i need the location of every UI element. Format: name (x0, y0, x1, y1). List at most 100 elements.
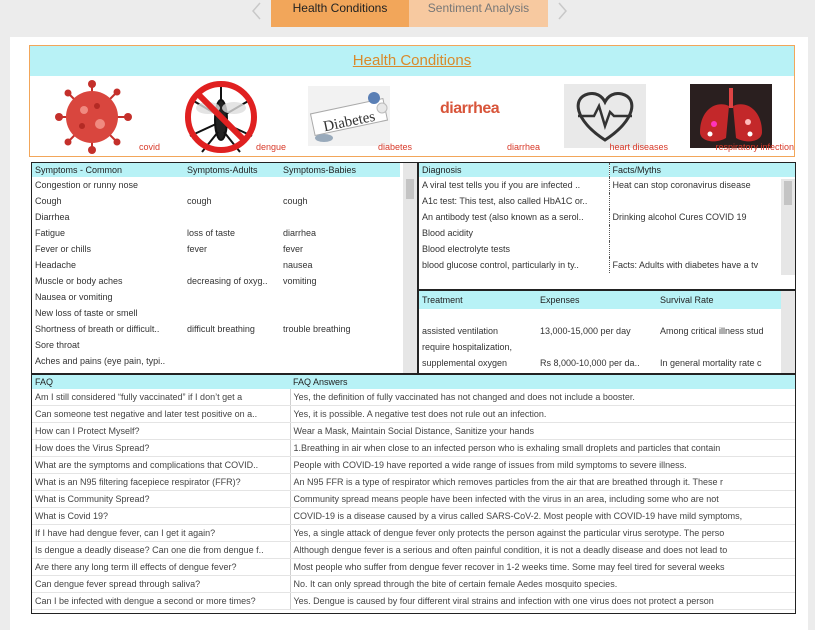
symptom-common-cell[interactable]: Aches and pains (eye pain, typi.. (32, 353, 184, 369)
faq-answer-cell[interactable]: Yes, it is possible. A negative test doe… (290, 405, 795, 423)
symptoms-row[interactable]: Muscle or body aches decreasing of oxyg..… (32, 273, 400, 289)
faq-header[interactable]: FAQ (32, 375, 290, 389)
diagnosis-row[interactable]: A viral test tells you if you are infect… (419, 177, 795, 193)
symptoms-row[interactable]: Fever or chills fever fever (32, 241, 400, 257)
faq-answer-cell[interactable]: 1.Breathing in air when close to an infe… (290, 439, 795, 457)
survival-rate-cell[interactable]: In general mortality rate c (657, 355, 783, 371)
faq-question-cell[interactable]: Is dengue a deadly disease? Can one die … (32, 541, 291, 559)
faq-answer-cell[interactable]: Yes, a single attack of dengue fever onl… (290, 524, 795, 542)
symptom-babies-cell[interactable]: vomiting (280, 273, 400, 289)
symptom-adults-cell[interactable]: decreasing of oxyg.. (184, 273, 280, 289)
symptom-adults-cell[interactable]: difficult breathing (184, 321, 280, 337)
symptoms-row[interactable]: Nausea or vomiting (32, 289, 400, 305)
respiratory-infection-image[interactable]: respiratory infection (690, 80, 794, 154)
symptom-babies-cell[interactable]: nausea (280, 257, 400, 273)
facts-myths-cell[interactable] (609, 225, 795, 241)
diagnosis-row[interactable]: An antibody test (also known as a serol.… (419, 209, 795, 225)
symptom-adults-cell[interactable] (184, 289, 280, 305)
treatment-row[interactable]: supplemental oxygen Rs 8,000-10,000 per d… (419, 355, 783, 371)
faq-answer-cell[interactable]: Community spread means people have been … (290, 490, 795, 508)
faq-row[interactable]: If I have had dengue fever, can I get it… (32, 524, 795, 542)
diagnosis-row[interactable]: blood glucose control, particularly in t… (419, 257, 795, 273)
faq-answer-cell[interactable]: People with COVID-19 have reported a wid… (290, 456, 795, 474)
expenses-header[interactable]: Expenses (537, 291, 657, 309)
symptom-common-cell[interactable]: Cough (32, 193, 184, 209)
symptom-babies-cell[interactable] (280, 289, 400, 305)
diarrhea-image[interactable]: diarrhea diarrhea (438, 80, 540, 154)
faq-answers-header[interactable]: FAQ Answers (290, 375, 795, 389)
faq-question-cell[interactable]: Can dengue fever spread through saliva? (32, 575, 291, 593)
faq-question-cell[interactable]: What is an N95 filtering facepiece respi… (32, 473, 291, 491)
faq-row[interactable]: How can I Protect Myself? Wear a Mask, Ma… (32, 422, 795, 440)
diagnosis-header[interactable]: Diagnosis (419, 163, 610, 177)
symptom-common-cell[interactable]: Fever or chills (32, 241, 184, 257)
diagnosis-cell[interactable]: blood glucose control, particularly in t… (419, 257, 610, 273)
treatment-row[interactable]: assisted ventilation 13,000-15,000 per da… (419, 323, 783, 339)
faq-question-cell[interactable]: Can I be infected with dengue a second o… (32, 592, 291, 610)
faq-question-cell[interactable]: What is Covid 19? (32, 507, 291, 525)
faq-question-cell[interactable]: Can someone test negative and later test… (32, 405, 291, 423)
symptom-adults-cell[interactable] (184, 353, 280, 369)
faq-answer-cell[interactable]: COVID-19 is a disease caused by a virus … (290, 507, 795, 525)
faq-row[interactable]: How does the Virus Spread? 1.Breathing in… (32, 439, 795, 457)
survival-rate-cell[interactable]: Among critical illness stud (657, 323, 783, 339)
diagnosis-cell[interactable]: Blood acidity (419, 225, 610, 241)
faq-row[interactable]: What are the symptoms and complications … (32, 456, 795, 474)
facts-myths-cell[interactable] (609, 193, 795, 209)
chevron-left-icon[interactable] (250, 0, 264, 22)
faq-answer-cell[interactable]: No. It can only spread through the bite … (290, 575, 795, 593)
faq-answer-cell[interactable]: An N95 FFR is a type of respirator which… (290, 473, 795, 491)
covid-image[interactable]: covid (52, 80, 160, 154)
symptoms-row[interactable]: Sore throat (32, 337, 400, 353)
expenses-cell[interactable]: 13,000-15,000 per day (537, 323, 657, 339)
symptom-adults-cell[interactable]: loss of taste (184, 225, 280, 241)
symptoms-row[interactable]: Aches and pains (eye pain, typi.. (32, 353, 400, 369)
expenses-cell[interactable]: Rs 8,000-10,000 per da.. (537, 355, 657, 371)
treatment-header[interactable]: Treatment (419, 291, 537, 309)
chevron-right-icon[interactable] (555, 0, 569, 22)
diagnosis-cell[interactable]: An antibody test (also known as a serol.… (419, 209, 610, 225)
symptom-common-cell[interactable]: Headache (32, 257, 184, 273)
symptom-adults-cell[interactable] (184, 257, 280, 273)
symptoms-row[interactable]: Diarrhea (32, 209, 400, 225)
facts-myths-header[interactable]: Facts/Myths (609, 163, 795, 177)
symptom-adults-cell[interactable] (184, 337, 280, 353)
survival-rate-cell[interactable] (657, 339, 783, 355)
treatment-cell[interactable]: assisted ventilation (419, 323, 537, 339)
symptom-common-cell[interactable]: Shortness of breath or difficult.. (32, 321, 184, 337)
faq-row[interactable]: Are there any long term ill effects of d… (32, 558, 795, 576)
facts-myths-cell[interactable] (609, 241, 795, 257)
symptom-babies-cell[interactable] (280, 337, 400, 353)
symptoms-row[interactable]: Shortness of breath or difficult.. diffic… (32, 321, 400, 337)
faq-answer-cell[interactable]: Although dengue fever is a serious and o… (290, 541, 795, 559)
faq-row[interactable]: Is dengue a deadly disease? Can one die … (32, 541, 795, 559)
faq-question-cell[interactable]: How does the Virus Spread? (32, 439, 291, 457)
symptom-adults-cell[interactable] (184, 177, 280, 193)
symptom-adults-cell[interactable] (184, 305, 280, 321)
faq-row[interactable]: What is Covid 19? COVID-19 is a disease c… (32, 507, 795, 525)
faq-question-cell[interactable]: How can I Protect Myself? (32, 422, 291, 440)
facts-myths-cell[interactable]: Drinking alcohol Cures COVID 19 (609, 209, 795, 225)
symptoms-row[interactable]: Congestion or runny nose (32, 177, 400, 193)
symptoms-row[interactable]: Cough cough cough (32, 193, 400, 209)
diagnosis-cell[interactable]: A viral test tells you if you are infect… (419, 177, 610, 193)
symptoms-row[interactable]: Fatigue loss of taste diarrhea (32, 225, 400, 241)
facts-myths-cell[interactable]: Facts: Adults with diabetes have a tv (609, 257, 795, 273)
symptom-common-cell[interactable]: Nausea or vomiting (32, 289, 184, 305)
heart-diseases-image[interactable]: heart diseases (564, 80, 668, 154)
faq-question-cell[interactable]: Are there any long term ill effects of d… (32, 558, 291, 576)
facts-myths-cell[interactable]: Heat can stop coronavirus disease (609, 177, 795, 193)
symptom-common-cell[interactable]: Fatigue (32, 225, 184, 241)
banner-title[interactable]: Health Conditions (30, 46, 794, 76)
expenses-cell[interactable] (537, 339, 657, 355)
symptom-common-cell[interactable]: Muscle or body aches (32, 273, 184, 289)
symptom-common-cell[interactable]: New loss of taste or smell (32, 305, 184, 321)
symptoms-row[interactable]: New loss of taste or smell (32, 305, 400, 321)
diagnosis-cell[interactable]: Blood electrolyte tests (419, 241, 610, 257)
faq-row[interactable]: What is an N95 filtering facepiece respi… (32, 473, 795, 491)
faq-row[interactable]: What is Community Spread? Community sprea… (32, 490, 795, 508)
diagnosis-scroll-thumb[interactable] (784, 181, 792, 205)
symptom-babies-cell[interactable]: cough (280, 193, 400, 209)
faq-row[interactable]: Can dengue fever spread through saliva? N… (32, 575, 795, 593)
faq-question-cell[interactable]: What is Community Spread? (32, 490, 291, 508)
